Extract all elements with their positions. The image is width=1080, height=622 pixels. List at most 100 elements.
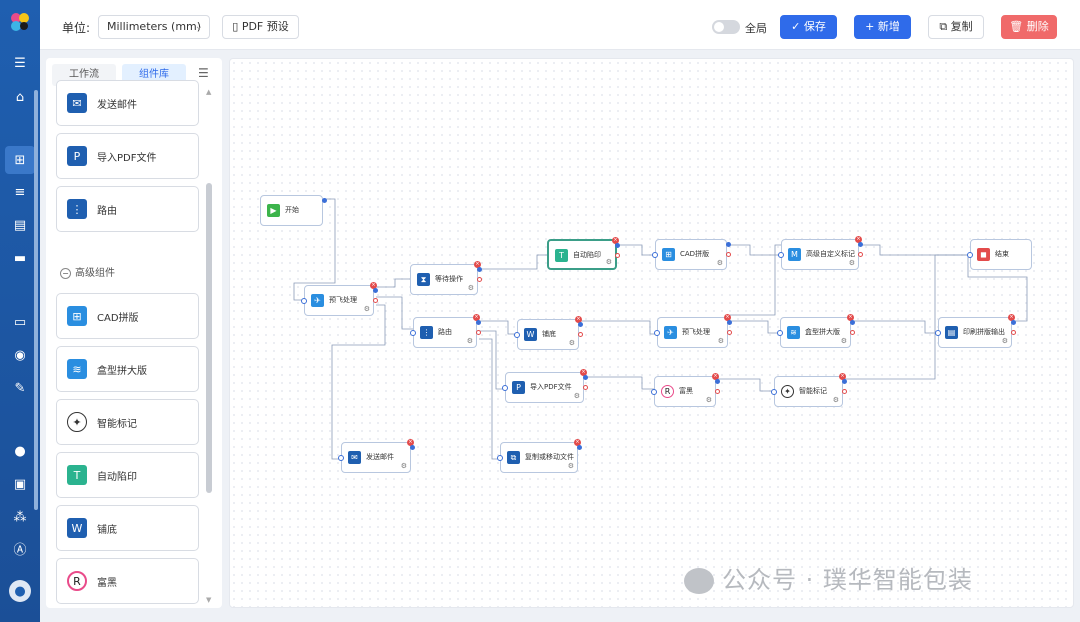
scroll-down-icon[interactable]: ▼: [206, 596, 211, 604]
input-port[interactable]: [778, 252, 784, 258]
output-port[interactable]: [476, 320, 481, 325]
error-port[interactable]: [578, 332, 583, 337]
open-folder-icon[interactable]: ▭: [10, 312, 30, 332]
input-port[interactable]: [935, 330, 941, 336]
error-port[interactable]: [583, 385, 588, 390]
delete-button[interactable]: 🗑 删除: [1001, 15, 1057, 39]
panel-scrollbar[interactable]: [206, 183, 212, 493]
gear-icon[interactable]: ⚙: [569, 339, 575, 347]
advanced-section-header[interactable]: − 高级组件: [60, 264, 115, 279]
node-end[interactable]: ◼ 结束: [967, 239, 1032, 270]
output-port[interactable]: [322, 198, 327, 203]
output-port[interactable]: [727, 320, 732, 325]
gear-icon[interactable]: ⚙: [468, 284, 474, 292]
output-port[interactable]: [842, 379, 847, 384]
gear-icon[interactable]: ⚙: [467, 337, 473, 345]
output-port[interactable]: [850, 320, 855, 325]
gear-icon[interactable]: ⚙: [833, 396, 839, 404]
team-icon[interactable]: ⁂: [10, 507, 30, 527]
note-icon[interactable]: ▤: [10, 215, 30, 235]
error-port[interactable]: [1011, 330, 1016, 335]
magic-wand-icon[interactable]: ✎: [10, 378, 30, 398]
component-cad-layout[interactable]: ⊞ CAD拼版: [56, 293, 199, 339]
list-icon[interactable]: ≡: [10, 182, 30, 202]
node-custom-mark[interactable]: M 高级自定义标记 × ⚙: [778, 236, 863, 270]
output-port[interactable]: [615, 243, 620, 248]
id-card-icon[interactable]: ▣: [10, 474, 30, 494]
input-port[interactable]: [771, 389, 777, 395]
node-underlay[interactable]: W 铺底 × ⚙: [514, 316, 583, 350]
input-port[interactable]: [777, 330, 783, 336]
output-port[interactable]: [578, 322, 583, 327]
input-port[interactable]: [654, 330, 660, 336]
folder-icon[interactable]: ▬: [10, 248, 30, 268]
gear-icon[interactable]: ⚙: [574, 392, 580, 400]
output-port[interactable]: [583, 375, 588, 380]
component-import-pdf[interactable]: P 导入PDF文件: [56, 133, 199, 179]
input-port[interactable]: [338, 455, 344, 461]
collapse-menu-icon[interactable]: ☰: [10, 53, 30, 73]
translate-icon[interactable]: Ⓐ: [10, 538, 30, 558]
node-import-pdf[interactable]: P 导入PDF文件 × ⚙: [502, 369, 588, 403]
scroll-up-icon[interactable]: ▲: [206, 88, 211, 96]
input-port[interactable]: [502, 385, 508, 391]
global-toggle[interactable]: [712, 20, 740, 34]
user-icon[interactable]: ●: [10, 441, 30, 461]
error-port[interactable]: [727, 330, 732, 335]
output-port[interactable]: [715, 379, 720, 384]
node-box-layout[interactable]: ≋ 盒型拼大版 × ⚙: [777, 314, 855, 348]
error-port[interactable]: [726, 252, 731, 257]
component-router[interactable]: ⋮ 路由: [56, 186, 199, 232]
rail-scrollbar[interactable]: [34, 90, 38, 510]
avatar[interactable]: ●: [9, 580, 31, 602]
gear-icon[interactable]: ⚙: [717, 259, 723, 267]
node-rich-black[interactable]: R 富黑 × ⚙: [651, 373, 720, 407]
gear-icon[interactable]: ⚙: [568, 462, 574, 470]
error-port[interactable]: [858, 252, 863, 257]
component-auto-trap[interactable]: T 自动陷印: [56, 452, 199, 498]
node-smart-mark[interactable]: ✦ 智能标记 × ⚙: [771, 373, 847, 407]
input-port[interactable]: [652, 252, 658, 258]
component-send-mail[interactable]: ✉ 发送邮件: [56, 80, 199, 126]
gear-icon[interactable]: ⚙: [364, 305, 370, 313]
gear-icon[interactable]: ⚙: [706, 396, 712, 404]
error-port[interactable]: [615, 253, 620, 258]
node-router[interactable]: ⋮ 路由 × ⚙: [410, 314, 481, 348]
workflow-canvas[interactable]: ▶ 开始 ✈ 预飞处理 × ⚙ ⧗ 等待操作 × ⚙ T 自动陷印 × ⚙ ⊞ …: [229, 58, 1074, 608]
output-port[interactable]: [577, 445, 582, 450]
home-icon[interactable]: ⌂: [10, 87, 30, 107]
node-print-output[interactable]: ▤ 印刷拼版输出 × ⚙: [935, 314, 1016, 348]
component-underlay[interactable]: W 铺底: [56, 505, 199, 551]
error-port[interactable]: [477, 277, 482, 282]
error-port[interactable]: [715, 389, 720, 394]
input-port[interactable]: [497, 455, 503, 461]
node-preflight-1[interactable]: ✈ 预飞处理 × ⚙: [301, 282, 378, 316]
user-circle-icon[interactable]: ◉: [10, 345, 30, 365]
component-rich-black[interactable]: R 富黑: [56, 558, 199, 604]
output-port[interactable]: [1011, 320, 1016, 325]
workflow-icon[interactable]: ⊞: [5, 146, 35, 174]
pdf-preset-button[interactable]: ▯ PDF 预设: [222, 15, 299, 39]
panel-menu-icon[interactable]: ☰: [198, 66, 209, 80]
gear-icon[interactable]: ⚙: [401, 462, 407, 470]
node-preflight-2[interactable]: ✈ 预飞处理 × ⚙: [654, 314, 732, 348]
add-button[interactable]: + 新增: [854, 15, 911, 39]
node-send-mail[interactable]: ✉ 发送邮件 × ⚙: [338, 439, 415, 473]
gear-icon[interactable]: ⚙: [1002, 337, 1008, 345]
input-port[interactable]: [651, 389, 657, 395]
output-port[interactable]: [373, 288, 378, 293]
error-port[interactable]: [476, 330, 481, 335]
gear-icon[interactable]: ⚙: [606, 258, 612, 266]
input-port[interactable]: [410, 330, 416, 336]
error-port[interactable]: [850, 330, 855, 335]
output-port[interactable]: [858, 242, 863, 247]
node-auto-trap[interactable]: T 自动陷印 × ⚙: [547, 237, 620, 270]
save-button[interactable]: ✓ 保存: [780, 15, 837, 39]
input-port[interactable]: [514, 332, 520, 338]
node-cad-layout[interactable]: ⊞ CAD拼版 ⚙: [652, 239, 731, 270]
output-port[interactable]: [726, 242, 731, 247]
gear-icon[interactable]: ⚙: [849, 259, 855, 267]
copy-button[interactable]: ⧉ 复制: [928, 15, 984, 39]
output-port[interactable]: [477, 267, 482, 272]
node-wait[interactable]: ⧗ 等待操作 × ⚙: [410, 261, 482, 295]
